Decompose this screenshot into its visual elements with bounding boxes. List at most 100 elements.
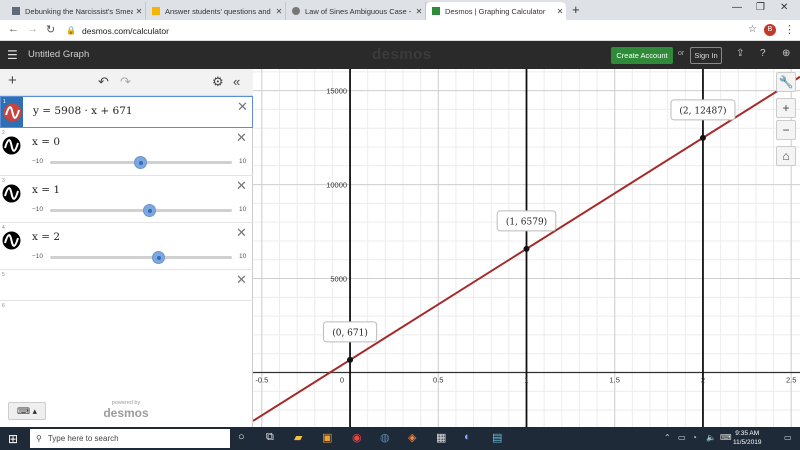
home-view-button[interactable]: ⌂ <box>776 146 796 166</box>
volume-icon[interactable]: 🔈 <box>706 433 716 442</box>
x-tick-label: 0 <box>340 376 344 385</box>
delete-expression-icon[interactable]: ✕ <box>236 130 247 146</box>
slider-min[interactable]: −10 <box>32 158 43 165</box>
browser-tab-active[interactable]: Desmos | Graphing Calculator ✕ <box>426 2 566 20</box>
search-icon: ⚲ <box>36 434 42 443</box>
keyboard-toggle-button[interactable]: ⌨ ▴ <box>8 402 46 420</box>
redo-icon[interactable]: ↷ <box>120 74 131 90</box>
slider-min[interactable]: −10 <box>32 206 43 213</box>
keyboard-language-icon[interactable]: ⌨ <box>720 433 732 442</box>
delete-expression-icon[interactable]: ✕ <box>236 225 247 241</box>
document-favicon-icon <box>12 7 20 15</box>
expression-row[interactable]: 4 x = 2 ✕ −10 10 <box>0 223 253 270</box>
windows-start-icon[interactable]: ⊞ <box>8 432 18 446</box>
expression-text[interactable]: x = 1 <box>32 184 60 196</box>
x-tick-label: 2.5 <box>786 376 796 385</box>
delete-expression-icon[interactable]: ✕ <box>236 178 247 194</box>
browser-tab[interactable]: Answer students' questions and ✕ <box>146 2 286 20</box>
profile-avatar[interactable]: B <box>764 24 776 36</box>
bookmark-star-icon[interactable]: ☆ <box>748 24 757 35</box>
globe-icon[interactable]: ⊕ <box>782 48 790 59</box>
close-tab-icon[interactable]: ✕ <box>554 7 566 16</box>
sign-in-button[interactable]: Sign In <box>690 47 722 64</box>
desmos-header: ☰ Untitled Graph desmos Create Account o… <box>0 41 800 69</box>
close-window-icon[interactable]: ✕ <box>780 2 788 13</box>
graph-settings-wrench-icon[interactable]: 🔧 <box>776 72 796 92</box>
data-point <box>699 134 706 141</box>
expression-row[interactable]: 3 x = 1 ✕ −10 10 <box>0 176 253 223</box>
graph-canvas[interactable]: -0.5 0 0.5 1 1.5 2 2.5 5000 10000 15000 (0, 671) (1… <box>253 69 800 427</box>
app-icon[interactable]: ▦ <box>436 431 446 444</box>
delete-expression-icon[interactable]: ✕ <box>236 272 247 288</box>
close-tab-icon[interactable]: ✕ <box>133 7 145 16</box>
slider-max[interactable]: 10 <box>239 206 246 213</box>
share-icon[interactable]: ⇪ <box>736 48 744 59</box>
app-icon[interactable]: ◐ <box>464 431 471 443</box>
x-tick-label: 1 <box>524 376 528 385</box>
expression-toolbar: + ↶ ↷ ⚙ « <box>0 69 253 96</box>
undo-icon[interactable]: ↶ <box>98 74 109 90</box>
notifications-icon[interactable]: ▭ <box>784 433 792 442</box>
slider-thumb[interactable] <box>144 205 155 216</box>
close-tab-icon[interactable]: ✕ <box>273 7 285 16</box>
tab-title: Debunking the Narcissist's Smea <box>25 6 133 16</box>
chrome-icon[interactable]: ◉ <box>352 431 362 444</box>
expression-row[interactable]: 2 x = 0 ✕ −10 10 <box>0 128 253 176</box>
browser-menu-icon[interactable]: ⋮ <box>784 23 795 36</box>
minimize-icon[interactable]: — <box>732 2 742 13</box>
cortana-icon[interactable]: ○ <box>238 431 245 443</box>
help-icon[interactable]: ? <box>760 48 766 59</box>
graph-area[interactable]: -0.5 0 0.5 1 1.5 2 2.5 5000 10000 15000 (0, 671) (1… <box>253 69 800 427</box>
task-view-icon[interactable]: ⧉ <box>266 431 274 444</box>
app-icon[interactable]: ◍ <box>380 431 390 444</box>
expression-text[interactable]: x = 2 <box>32 231 60 243</box>
expression-number: 6 <box>2 303 5 309</box>
store-icon[interactable]: ▣ <box>322 431 332 444</box>
tray-chevron-icon[interactable]: ⌃ <box>664 433 671 442</box>
create-account-button[interactable]: Create Account <box>611 47 673 64</box>
graph-title[interactable]: Untitled Graph <box>28 49 89 60</box>
address-bar[interactable]: 🔒 desmos.com/calculator <box>66 23 746 38</box>
add-item-icon[interactable]: + <box>8 72 17 89</box>
system-clock[interactable]: 9:35 AM 11/5/2019 <box>733 429 761 447</box>
slider-max[interactable]: 10 <box>239 158 246 165</box>
restore-icon[interactable]: ❐ <box>756 2 765 13</box>
slider-track[interactable] <box>50 256 232 259</box>
slider-track[interactable] <box>50 209 232 212</box>
slider-min[interactable]: −10 <box>32 253 43 260</box>
expression-text[interactable]: y = 5908 · x + 671 <box>33 105 133 117</box>
line-style-icon <box>2 184 21 203</box>
slider-max[interactable]: 10 <box>239 253 246 260</box>
slider-thumb[interactable] <box>153 252 164 263</box>
hamburger-menu-icon[interactable]: ☰ <box>7 48 18 62</box>
answer-favicon-icon <box>152 7 160 15</box>
powered-by-desmos: powered by desmos <box>98 400 154 420</box>
slider-thumb[interactable] <box>135 157 146 168</box>
zoom-out-button[interactable]: − <box>776 120 796 140</box>
forward-icon[interactable]: → <box>27 23 38 35</box>
battery-icon[interactable]: ▭ <box>678 433 686 442</box>
browser-tab[interactable]: Debunking the Narcissist's Smea ✕ <box>6 2 146 20</box>
expression-text[interactable]: x = 0 <box>32 136 60 148</box>
network-icon[interactable]: ◔ <box>692 433 697 442</box>
file-explorer-icon[interactable]: ▰ <box>294 431 302 444</box>
tab-title: Answer students' questions and <box>165 6 271 16</box>
browser-tab[interactable]: Law of Sines Ambiguous Case - Y ✕ <box>286 2 426 20</box>
tab-title: Desmos | Graphing Calculator <box>445 6 546 16</box>
zoom-in-button[interactable]: + <box>776 98 796 118</box>
data-point <box>523 245 530 252</box>
close-tab-icon[interactable]: ✕ <box>413 7 425 16</box>
taskbar-search-box[interactable]: ⚲ Type here to search <box>30 429 230 448</box>
app-icon[interactable]: ◈ <box>408 431 416 444</box>
expression-row[interactable]: 1 y = 5908 · x + 671 ✕ <box>0 96 253 128</box>
new-tab-icon[interactable]: + <box>572 2 580 17</box>
data-point <box>347 356 354 363</box>
back-icon[interactable]: ← <box>8 23 19 35</box>
delete-expression-icon[interactable]: ✕ <box>237 99 248 115</box>
settings-gear-icon[interactable]: ⚙ <box>212 74 224 90</box>
app-icon[interactable]: ▤ <box>492 431 502 444</box>
expression-row-empty[interactable]: 5 ✕ <box>0 270 253 301</box>
expression-row-placeholder[interactable]: 6 <box>0 301 253 329</box>
collapse-panel-icon[interactable]: « <box>233 74 240 89</box>
reload-icon[interactable]: ↻ <box>46 23 55 36</box>
